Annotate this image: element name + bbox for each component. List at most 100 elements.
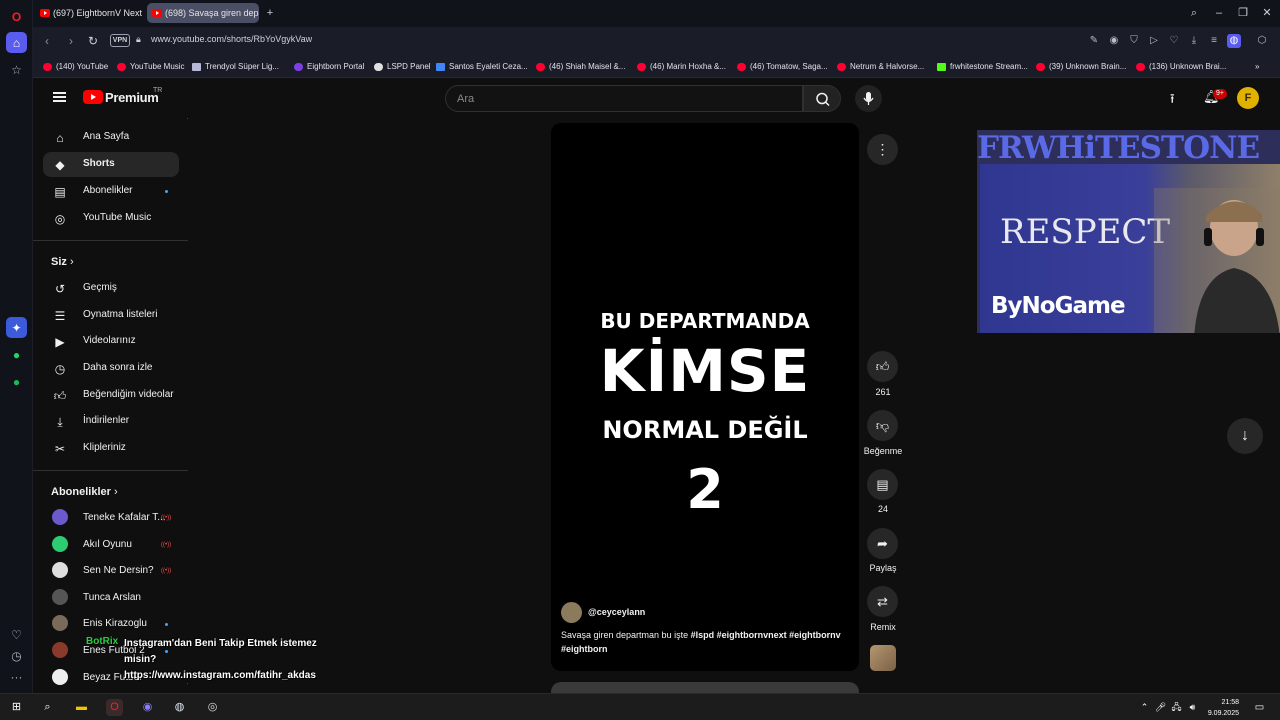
voice-search-button[interactable] [855,85,882,112]
bookmark-item[interactable]: Eightborn Portal [294,60,364,74]
next-video-button[interactable]: ↓ [1227,418,1263,454]
you-heading[interactable]: Siz › [51,256,74,268]
subscription-item[interactable]: Tunca Arslan [43,586,179,611]
sidebar-item-watch-later[interactable]: ◷ Daha sonra izle [43,356,179,381]
subscription-item[interactable]: Enis Kirazoglu [43,612,179,637]
bookmarks-overflow-icon[interactable]: » [1255,60,1259,74]
new-tab-button[interactable]: + [262,5,278,21]
menu-icon[interactable]: ≡ [1207,34,1221,48]
discord-icon[interactable]: ◉ [139,699,156,716]
more-icon[interactable]: ··· [6,666,27,687]
forward-icon[interactable]: › [63,33,79,49]
search-input[interactable]: Ara [445,85,803,112]
play-icon[interactable]: ▷ [1147,34,1161,48]
sound-thumbnail[interactable] [870,645,896,671]
spotify-icon[interactable]: ● [6,371,27,392]
share-button[interactable]: ➦ [867,528,898,559]
opera-logo-icon[interactable]: O [6,6,27,27]
bookmark-item[interactable]: (140) YouTube [43,60,108,74]
sidebar-item-shorts[interactable]: ◆ Shorts [43,152,179,177]
extensions-icon[interactable]: ⬡ [1255,34,1269,48]
bookmark-item[interactable]: (46) Tomatow, Saga... [737,60,828,74]
channel-avatar[interactable] [561,602,582,623]
upload-icon[interactable]: ⭱ [1170,90,1175,112]
whatsapp-icon[interactable]: ● [6,344,27,365]
sidebar-item-clips[interactable]: ✂ Klipleriniz [43,436,179,461]
back-icon[interactable]: ‹ [39,33,55,49]
aria-icon[interactable]: ✦ [6,317,27,338]
opera-icon[interactable]: O [106,699,123,716]
search-button[interactable] [803,85,841,112]
menu-icon[interactable] [53,92,66,102]
shield-icon[interactable]: ⛉ [1127,34,1141,48]
download-icon[interactable]: ⤓ [1187,34,1201,48]
minimize-button[interactable]: – [1211,5,1227,21]
dislike-button[interactable]: 👎︎ [867,410,898,441]
video-icon: ▶ [55,335,65,349]
bookmark-item[interactable]: Trendyol Süper Lig... [192,60,279,74]
bookmark-item[interactable]: (46) Marin Hoxha &... [637,60,726,74]
bookmark-item[interactable]: (39) Unknown Brain... [1036,60,1126,74]
subscription-item[interactable]: Teneke Kafalar T... ((•)) [43,506,179,531]
file-explorer-icon[interactable]: ▬ [73,699,90,716]
logo-text[interactable]: Premium [105,90,159,105]
comments-button[interactable]: ▤ [867,469,898,500]
network-icon[interactable]: 🖧︎ [1168,699,1185,716]
tab-active-short[interactable]: (698) Savaşa giren depart [147,3,259,23]
edit-icon[interactable]: ✎ [1087,34,1101,48]
like-count: 261 [875,387,891,397]
tab-eightbornv[interactable]: (697) EightbornV Next - H [35,3,143,23]
sidebar-item-home[interactable]: ⌂ Ana Sayfa [43,125,179,150]
like-button[interactable]: 👍︎ [867,351,898,382]
notification-center-icon[interactable]: ▭ [1251,699,1268,716]
heart-icon[interactable]: ♡ [1167,34,1181,48]
pinboard-icon[interactable]: ☆ [6,59,27,80]
history-icon[interactable]: ◷ [6,645,27,666]
vpn-badge[interactable]: VPN [110,34,130,47]
sidebar-item-your-videos[interactable]: ▶ Videolarınız [43,329,179,354]
steam-icon[interactable]: ◍ [171,699,188,716]
close-button[interactable]: ✕ [1259,5,1275,21]
next-short-preview[interactable] [551,682,859,693]
heart-icon[interactable]: ♡ [6,624,27,645]
bookmark-item[interactable]: LSPD Panel [374,60,431,74]
system-clock[interactable]: 21:58 9.09.2025 [1203,697,1239,719]
sidebar-item-subscriptions[interactable]: ▤ Abonelikler [43,179,179,204]
scroll-up-icon[interactable]: ▲ [186,118,188,121]
url-field[interactable]: www.youtube.com/shorts/RbYoVgykVaw [151,34,312,44]
bookmark-item[interactable]: (136) Unknown Brai... [1136,60,1226,74]
sidebar-item-history[interactable]: ↺ Geçmiş [43,276,179,301]
sidebar-item-youtube-music[interactable]: ◎ YouTube Music [43,206,179,231]
bookmark-item[interactable]: frwhitestone Stream... [937,60,1028,74]
avatar[interactable]: F [1237,87,1259,109]
channel-name[interactable]: @ceyceylann [588,607,645,617]
search-icon[interactable]: ⌕ [39,699,56,716]
profile-icon[interactable]: ◍ [1227,34,1241,48]
windows-start-icon[interactable]: ⊞ [8,699,25,716]
search-tabs-icon[interactable]: ⌕ [1186,5,1202,21]
reload-icon[interactable]: ↻ [85,33,101,49]
obs-icon[interactable]: ◎ [204,699,221,716]
sidebar-item-liked-videos[interactable]: 👍︎ Beğendiğim videolar [43,383,179,408]
sidebar-item-playlists[interactable]: ☰ Oynatma listeleri [43,303,179,328]
more-options-button[interactable]: ⋮ [867,134,898,165]
bookmark-item[interactable]: Santos Eyaleti Ceza... [436,60,528,74]
bookmark-item[interactable]: YouTube Music [117,60,185,74]
youtube-logo-icon[interactable] [83,90,103,104]
subscriptions-heading[interactable]: Abonelikler › [51,486,118,498]
short-video-player[interactable]: BU DEPARTMANDA KİMSE NORMAL DEĞİL 2 @cey… [551,123,859,671]
camera-icon[interactable]: ◉ [1107,34,1121,48]
bookmark-item[interactable]: Netrum & Halvorse... [837,60,924,74]
subscription-item[interactable]: Akıl Oyunu ((•)) [43,533,179,558]
history-icon: ↺ [54,282,66,296]
volume-icon[interactable]: 🔊︎ [1184,699,1201,716]
remix-button[interactable]: ⇄ [867,586,898,617]
bookmark-item[interactable]: (46) Shiah Maisel &... [536,60,625,74]
tray-chevron-icon[interactable]: ⌃ [1136,699,1153,716]
microphone-icon[interactable]: 🎤︎ [1152,699,1169,716]
subscription-item[interactable]: Sen Ne Dersin? ((•)) [43,559,179,584]
maximize-button[interactable]: ❐ [1235,5,1251,21]
sidebar-item-downloads[interactable]: ⤓ İndirilenler [43,409,179,434]
clock-time: 21:58 [1221,699,1239,706]
home-icon[interactable]: ⌂ [6,32,27,53]
